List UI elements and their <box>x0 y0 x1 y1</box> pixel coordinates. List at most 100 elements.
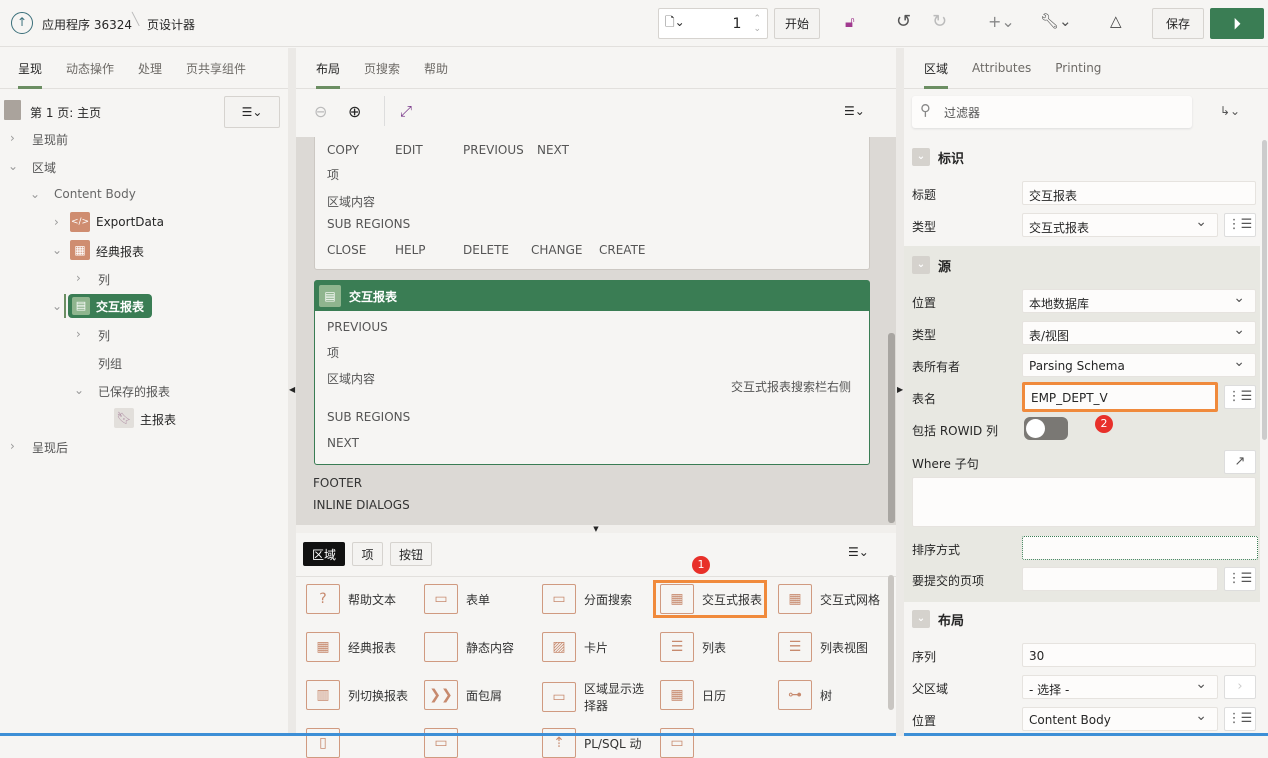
chevron-right-icon[interactable]: › <box>10 439 15 453</box>
tab-processing[interactable]: 处理 <box>138 48 162 89</box>
tab-help[interactable]: 帮助 <box>424 48 448 89</box>
tab-region[interactable]: 区域 <box>924 48 949 89</box>
tree-node[interactable]: 列 <box>98 327 110 344</box>
tree-node[interactable]: 区域 <box>32 159 56 176</box>
right-scrollbar[interactable] <box>1262 140 1267 440</box>
order-by-input[interactable] <box>1022 536 1258 560</box>
table-owner-select[interactable]: Parsing Schema <box>1022 353 1256 377</box>
region-card[interactable]: COPY EDIT PREVIOUS NEXT 项 区域内容 SUB REGIO… <box>314 137 870 270</box>
tree-node[interactable]: Content Body <box>54 187 136 201</box>
tab-attributes[interactable]: Attributes <box>972 48 1031 89</box>
section-identification[interactable]: ⌄ 标识 <box>904 140 1260 174</box>
tree-node[interactable]: 呈现前 <box>32 131 68 148</box>
chevron-right-icon[interactable]: › <box>54 215 59 229</box>
gallery-item[interactable]: ▦ 经典报表 <box>306 632 396 662</box>
gallery-item[interactable]: ❯❯ 面包屑 <box>424 680 502 710</box>
filter-input[interactable]: ⚲ 过滤器 <box>912 96 1192 128</box>
gallery-item[interactable]: ☰ 列表视图 <box>778 632 868 662</box>
open-editor-icon[interactable]: ↗ <box>1224 450 1256 474</box>
list-icon[interactable]: ⋮☰ <box>1224 213 1256 237</box>
gallery-item[interactable]: ▭ 表单 <box>424 584 490 614</box>
tab-page-search[interactable]: 页搜索 <box>364 48 400 89</box>
where-textarea[interactable] <box>912 477 1256 527</box>
shapes-icon[interactable]: △ <box>1110 12 1122 30</box>
list-icon[interactable]: ⋮☰ <box>1224 567 1256 591</box>
zoom-out-icon[interactable]: ⊖ <box>314 102 327 121</box>
gallery-menu-button[interactable]: ☰⌄ <box>848 545 869 559</box>
right-splitter[interactable]: ▶ <box>896 48 904 736</box>
plus-icon[interactable]: +⌄ <box>988 12 1015 31</box>
gallery-item[interactable]: ▨ 卡片 <box>542 632 608 662</box>
gallery-item[interactable]: ▭ 分面搜索 <box>542 584 632 614</box>
left-splitter[interactable]: ◀ <box>288 48 296 736</box>
tab-shared-components[interactable]: 页共享组件 <box>186 48 246 89</box>
gallery-item[interactable]: 静态内容 <box>424 632 514 662</box>
canvas-scrollbar[interactable] <box>888 333 895 523</box>
chevron-right-icon[interactable]: › <box>76 271 81 285</box>
gallery-tab-items[interactable]: 项 <box>352 542 383 566</box>
tree-node[interactable]: 经典报表 <box>96 243 144 260</box>
chevron-right-icon[interactable]: › <box>76 327 81 341</box>
type-select[interactable]: 交互式报表 <box>1022 213 1218 237</box>
chevron-down-icon[interactable]: ⌄ <box>52 243 62 257</box>
list-icon[interactable]: ⋮☰ <box>1224 707 1256 731</box>
expand-icon[interactable]: ⤢ <box>400 102 412 120</box>
go-to-group-button[interactable]: ↳⌄ <box>1220 104 1240 118</box>
gallery-item[interactable]: ☰ 列表 <box>660 632 726 662</box>
section-layout[interactable]: ⌄ 布局 <box>904 602 1260 636</box>
redo-icon[interactable]: ↻ <box>932 11 947 32</box>
rowid-toggle[interactable] <box>1024 417 1068 440</box>
page-selector[interactable]: 🗋⌄ 1 ⌃ ⌄ <box>658 8 768 39</box>
title-input[interactable]: 交互报表 <box>1022 181 1256 205</box>
tree-node[interactable]: 列 <box>98 271 110 288</box>
tree-node[interactable]: 列组 <box>98 355 122 372</box>
start-button[interactable]: 开始 <box>774 8 820 39</box>
chevron-down-icon[interactable]: ⌄ <box>30 187 40 201</box>
undo-icon[interactable]: ↺ <box>896 11 911 32</box>
chevron-down-icon[interactable]: ⌄ <box>8 159 18 173</box>
up-arrow-icon[interactable]: ↑ <box>11 12 33 34</box>
run-button[interactable]: ⏵ <box>1210 8 1264 39</box>
gallery-tab-regions[interactable]: 区域 <box>303 542 345 566</box>
tab-dynamic-actions[interactable]: 动态操作 <box>66 48 114 89</box>
chevron-down-icon[interactable]: ⌄ <box>74 383 84 397</box>
gallery-item[interactable]: ▥ 列切换报表 <box>306 680 408 710</box>
chevron-right-icon[interactable]: › <box>10 131 15 145</box>
tree-node[interactable]: 主报表 <box>140 411 176 428</box>
gallery-item[interactable]: ▦ 日历 <box>660 680 726 710</box>
chevron-down-icon[interactable]: ⌄ <box>52 299 62 313</box>
wrench-icon[interactable]: 🔧︎⌄ <box>1040 12 1072 30</box>
tree-node[interactable]: 呈现后 <box>32 439 68 456</box>
chevron-right-icon[interactable]: › <box>1224 675 1256 699</box>
source-type-select[interactable]: 表/视图 <box>1022 321 1256 345</box>
page-stepper[interactable]: ⌃ ⌄ <box>753 14 761 34</box>
tree-node[interactable]: ExportData <box>96 215 164 229</box>
unlock-icon[interactable]: 🔓︎ <box>845 13 855 31</box>
tree-menu-button[interactable]: ☰⌄ <box>224 96 280 128</box>
tab-rendering[interactable]: 呈现 <box>18 48 43 89</box>
location-select[interactable]: 本地数据库 <box>1022 289 1256 313</box>
gallery-splitter[interactable]: ▼ <box>296 525 896 533</box>
gallery-item[interactable]: ▦ 交互式网格 <box>778 584 880 614</box>
zoom-in-icon[interactable]: ⊕ <box>348 102 361 121</box>
parent-region-select[interactable]: - 选择 - <box>1022 675 1218 699</box>
gallery-tab-buttons[interactable]: 按钮 <box>390 542 432 566</box>
tab-printing[interactable]: Printing <box>1055 48 1101 89</box>
tree-node[interactable]: 已保存的报表 <box>98 383 170 400</box>
gallery-item[interactable]: ⊶ 树 <box>778 680 832 710</box>
save-button[interactable]: 保存 <box>1152 8 1204 39</box>
table-name-input[interactable]: EMP_DEPT_V <box>1022 382 1218 412</box>
app-breadcrumb[interactable]: 应用程序 36324 <box>42 16 132 33</box>
gallery-item[interactable]: ▭ 区域显示选择器 <box>542 680 648 714</box>
sequence-input[interactable]: 30 <box>1022 643 1256 667</box>
gallery-item[interactable]: ? 帮助文本 <box>306 584 396 614</box>
tab-layout[interactable]: 布局 <box>316 48 341 89</box>
position-select[interactable]: Content Body <box>1022 707 1218 731</box>
layout-menu-button[interactable]: ☰⌄ <box>844 104 865 118</box>
page-items-input[interactable] <box>1022 567 1218 591</box>
gallery-scrollbar[interactable] <box>888 575 894 710</box>
page-number-input[interactable]: 1 <box>733 16 742 32</box>
region-card-interactive-report[interactable]: ▤ 交互报表 PREVIOUS 项 区域内容 交互式报表搜索栏右侧 SUB RE… <box>314 280 870 465</box>
list-icon[interactable]: ⋮☰ <box>1224 385 1256 409</box>
section-source[interactable]: ⌄ 源 <box>904 248 1260 282</box>
